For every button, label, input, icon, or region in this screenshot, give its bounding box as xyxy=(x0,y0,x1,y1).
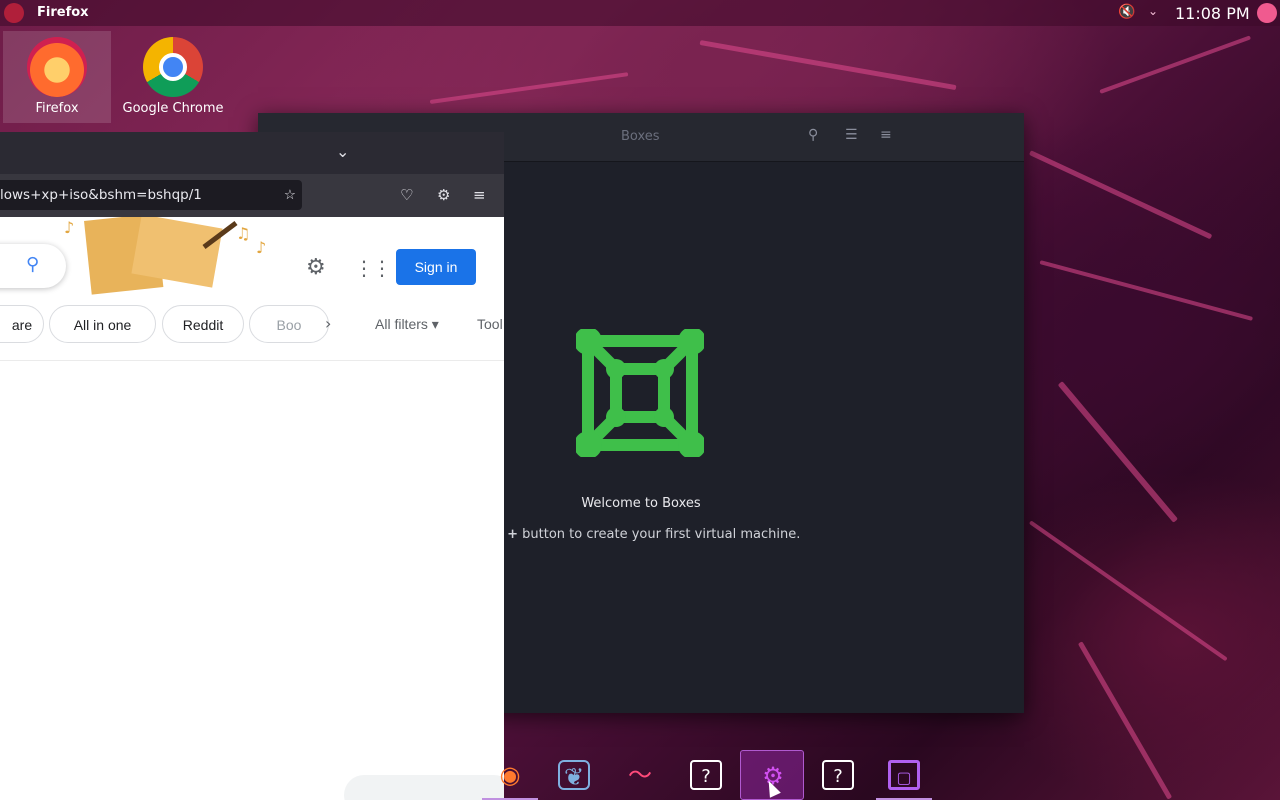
chrome-icon xyxy=(143,37,203,97)
system-monitor-icon: 〜 xyxy=(628,761,652,789)
wallpaper-spike xyxy=(1057,381,1178,523)
desktop-icon-label: Google Chrome xyxy=(122,101,224,116)
desktop-icon-firefox[interactable]: Firefox xyxy=(3,31,111,123)
wallpaper-spike xyxy=(1028,150,1213,240)
url-bar[interactable]: lows+xp+iso&bshm=bshqp/1 ☆ xyxy=(0,180,302,210)
firefox-icon[interactable] xyxy=(4,3,24,23)
filter-chip[interactable]: All in one xyxy=(49,305,156,343)
all-filters-dropdown[interactable]: All filters ▾ xyxy=(375,316,439,333)
wallpaper-spike xyxy=(699,40,957,91)
volume-muted-icon[interactable]: 🔇 xyxy=(1118,4,1135,20)
dock-item-unknown-1[interactable]: ? xyxy=(674,750,738,800)
search-icon[interactable]: ⚲ xyxy=(808,127,818,143)
pocket-icon[interactable]: ♡ xyxy=(400,186,413,204)
menu-icon[interactable]: ≡ xyxy=(473,186,486,204)
dock-item-system-monitor[interactable]: 〜 xyxy=(608,750,672,800)
clock[interactable]: 11:08 PM xyxy=(1175,4,1250,23)
firefox-icon: ◉ xyxy=(499,761,521,789)
all-filters-label: All filters xyxy=(375,316,428,332)
desktop-icon-label: Firefox xyxy=(35,101,79,116)
plus-symbol: + xyxy=(507,527,519,542)
wallpaper-spike xyxy=(1099,35,1252,94)
search-box[interactable]: ⚲ xyxy=(0,244,66,288)
dock-item-brain-tree[interactable]: ❦ xyxy=(542,750,606,800)
search-icon[interactable]: ⚲ xyxy=(26,254,39,275)
bookmark-star-icon[interactable]: ☆ xyxy=(284,180,296,210)
filter-chip[interactable]: are xyxy=(0,305,44,343)
hint-text: button to create your first virtual mach… xyxy=(518,527,801,542)
firefox-window: ⌄ lows+xp+iso&bshm=bshqp/1 ☆ ♡ ⚙ ≡ ⚲ ♪ ♫… xyxy=(0,132,504,800)
menu-icon[interactable]: ≡ xyxy=(880,127,892,143)
top-panel: Firefox 🔇 ⌄ 11:08 PM xyxy=(0,0,1280,26)
user-avatar[interactable] xyxy=(1257,3,1277,23)
selection-mode-icon[interactable]: ☰ xyxy=(845,127,858,143)
svg-text:♪: ♪ xyxy=(256,238,266,257)
boxes-logo-icon xyxy=(576,329,704,457)
active-app-name[interactable]: Firefox xyxy=(37,5,89,20)
filter-chip[interactable]: Boo xyxy=(249,305,329,343)
wallpaper-spike xyxy=(429,72,629,104)
wallpaper-spike xyxy=(1039,260,1254,321)
dock-item-firefox[interactable]: ◉ xyxy=(478,750,542,800)
unknown-app-icon: ? xyxy=(690,760,722,790)
sign-in-button[interactable]: Sign in xyxy=(396,249,476,285)
list-all-tabs-icon[interactable]: ⌄ xyxy=(336,142,349,161)
extensions-icon[interactable]: ⚙ xyxy=(437,186,450,204)
divider xyxy=(0,360,504,361)
wallpaper-spike xyxy=(1077,641,1173,800)
unknown-app-icon: ? xyxy=(822,760,854,790)
chevron-down-icon[interactable]: ⌄ xyxy=(1148,4,1158,18)
navigation-toolbar: lows+xp+iso&bshm=bshqp/1 ☆ ♡ ⚙ ≡ xyxy=(0,174,504,217)
tab-strip: ⌄ xyxy=(0,132,504,174)
wallpaper-spike xyxy=(1028,520,1228,662)
brain-tree-icon: ❦ xyxy=(558,760,590,791)
svg-text:♫: ♫ xyxy=(236,224,250,243)
filter-chip[interactable]: Reddit xyxy=(162,305,244,343)
dock-item-unknown-2[interactable]: ? xyxy=(806,750,870,800)
window-title: Boxes xyxy=(621,129,660,144)
dock-item-boxes[interactable]: ▢ xyxy=(872,750,936,800)
settings-icon[interactable]: ⚙ xyxy=(306,255,326,280)
url-text: lows+xp+iso&bshm=bshqp/1 xyxy=(0,187,202,203)
firefox-icon xyxy=(27,37,87,97)
tools-button[interactable]: Tool xyxy=(477,316,503,332)
desktop-icon-chrome[interactable]: Google Chrome xyxy=(119,31,227,123)
boxes-icon: ▢ xyxy=(888,760,920,790)
svg-text:♪: ♪ xyxy=(64,218,74,237)
google-doodle[interactable]: ♪ ♫ ♪ xyxy=(64,217,274,297)
chevron-right-icon[interactable]: › xyxy=(325,314,331,333)
